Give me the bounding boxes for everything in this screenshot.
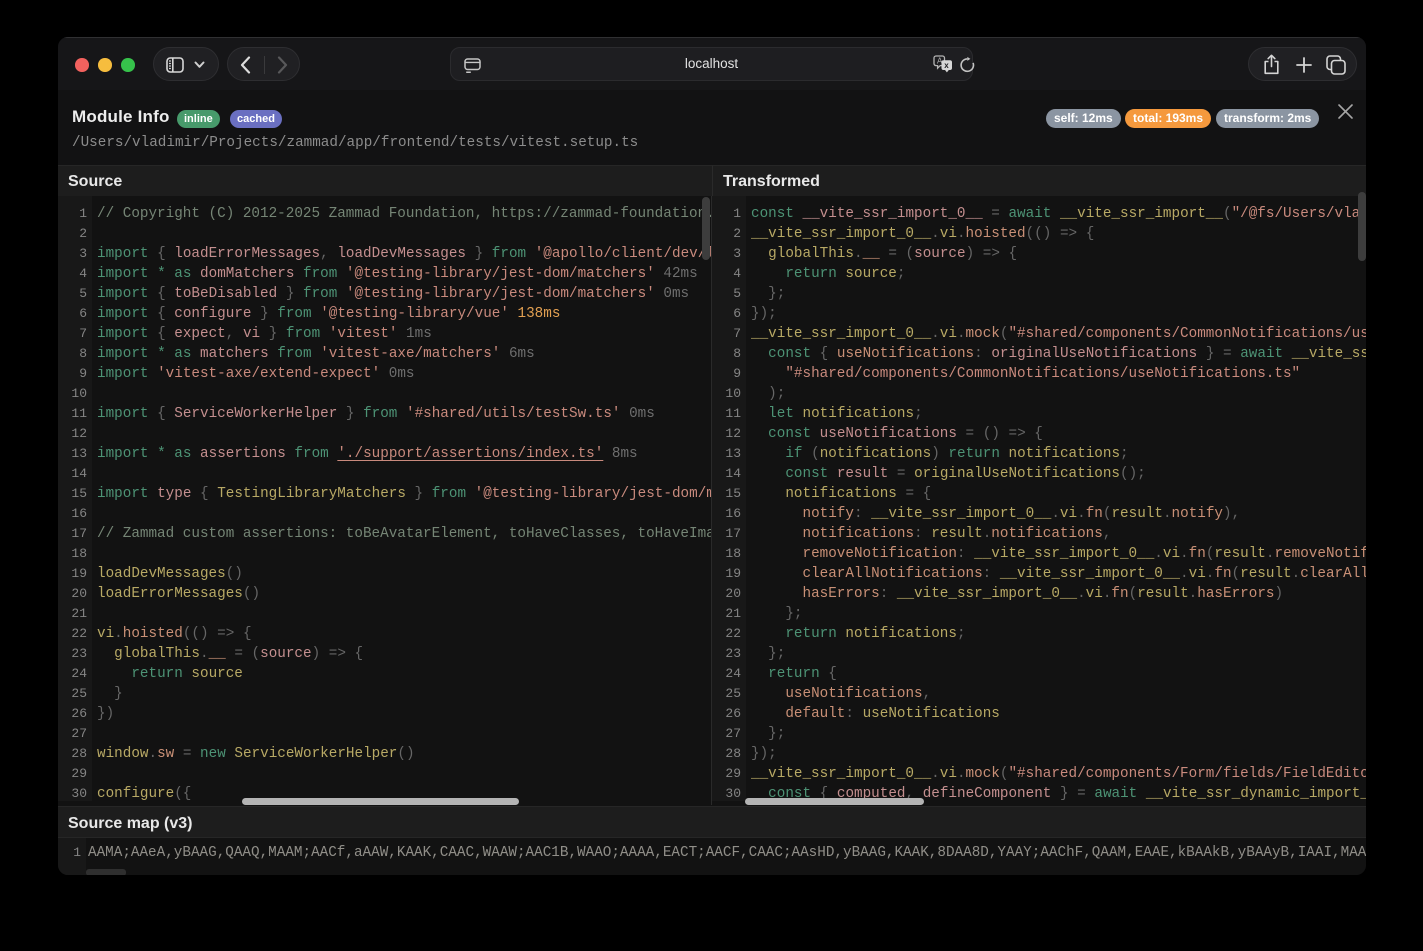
svg-text:x: x — [944, 61, 949, 70]
